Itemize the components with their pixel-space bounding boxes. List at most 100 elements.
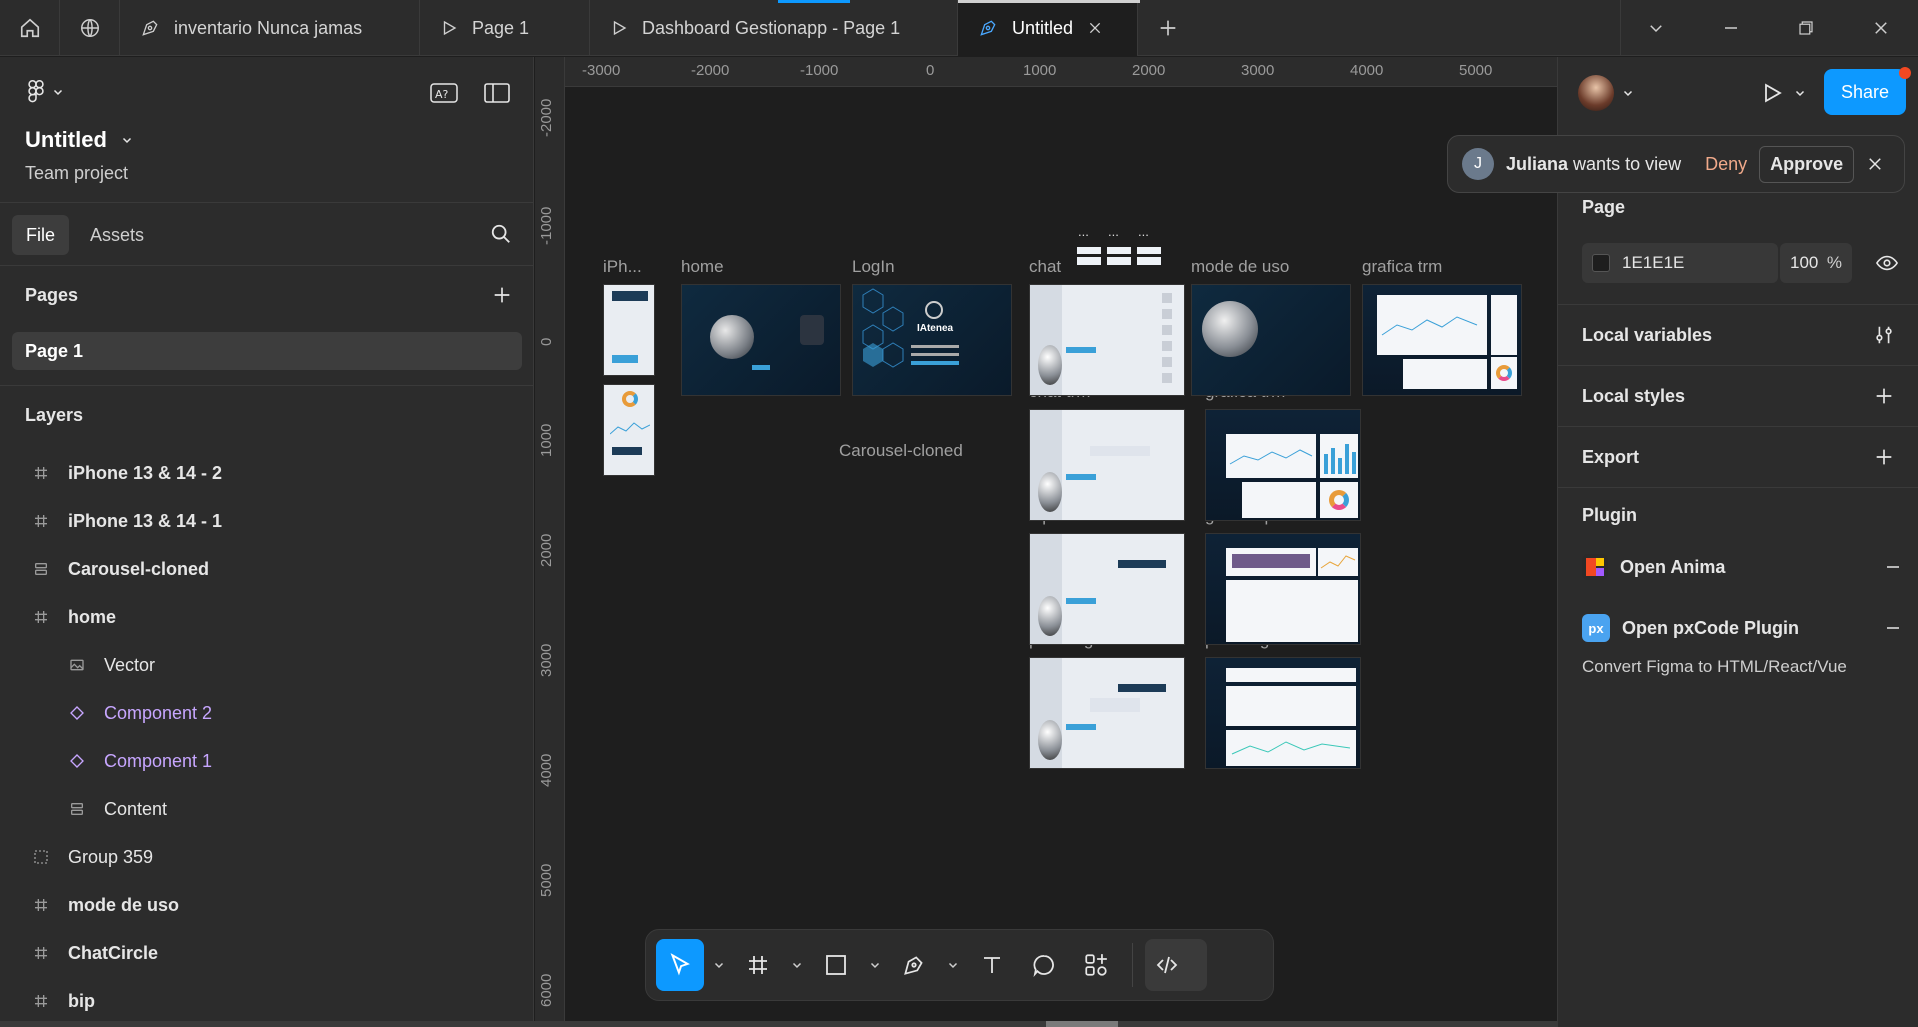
robot-thumb xyxy=(1202,301,1258,357)
page-opacity-value[interactable]: 100 xyxy=(1790,253,1818,273)
carousel-label[interactable]: Carousel-cloned xyxy=(839,441,963,461)
tabs-dropdown-button[interactable] xyxy=(1618,0,1693,56)
canvas[interactable]: -3000 -2000 -1000 0 1000 2000 3000 4000 … xyxy=(535,57,1557,1027)
minus-icon[interactable] xyxy=(1884,558,1902,576)
page-item-page-1[interactable]: Page 1 xyxy=(12,332,522,370)
ai-translate-button[interactable]: A? xyxy=(430,83,458,103)
close-icon[interactable] xyxy=(1087,20,1103,36)
color-swatch[interactable] xyxy=(1592,254,1610,272)
move-tool-menu[interactable] xyxy=(708,939,730,991)
frame-tool[interactable] xyxy=(734,939,782,991)
layer-label: bip xyxy=(68,990,95,1011)
frame-label[interactable]: chat xyxy=(1029,257,1061,277)
layer-item[interactable]: mode de uso xyxy=(0,881,534,929)
rectangle-tool[interactable] xyxy=(812,939,860,991)
search-button[interactable] xyxy=(490,223,512,245)
comment-tool[interactable] xyxy=(1020,939,1068,991)
frame-label[interactable]: grafica trm xyxy=(1362,257,1442,277)
tab-file[interactable]: File xyxy=(12,215,70,255)
layer-item[interactable]: Component 1 xyxy=(0,737,534,785)
frame-login[interactable]: IAtenea xyxy=(852,284,1012,396)
local-variables-section[interactable]: Local variables xyxy=(1558,304,1918,365)
local-styles-section[interactable]: Local styles xyxy=(1558,365,1918,426)
frame-chat-trm[interactable] xyxy=(1029,409,1185,521)
toggle-sidebar-button[interactable] xyxy=(484,83,510,103)
frame-tool-menu[interactable] xyxy=(786,939,808,991)
thumb-input xyxy=(911,353,959,356)
pen-tool-menu[interactable] xyxy=(942,939,964,991)
page-color-field[interactable]: 1E1E1E xyxy=(1582,243,1778,283)
tab-assets[interactable]: Assets xyxy=(90,215,144,255)
deny-button[interactable]: Deny xyxy=(1705,154,1747,175)
layer-item[interactable]: iPhone 13 & 14 - 2 xyxy=(0,449,534,497)
frame-chat[interactable] xyxy=(1029,284,1185,396)
tab-page-1[interactable]: Page 1 xyxy=(420,0,590,56)
layer-item[interactable]: home xyxy=(0,593,534,641)
approve-button[interactable]: Approve xyxy=(1759,145,1855,183)
present-button[interactable] xyxy=(1760,81,1806,105)
frame-label[interactable]: mode de uso xyxy=(1191,257,1289,277)
share-button[interactable]: Share xyxy=(1824,69,1906,115)
layer-item[interactable]: Group 359 xyxy=(0,833,534,881)
plugin-pxcode[interactable]: px Open pxCode Plugin xyxy=(1582,614,1902,642)
layer-item[interactable]: Vector xyxy=(0,641,534,689)
mini-card[interactable] xyxy=(1107,257,1131,265)
plugin-anima[interactable]: Open Anima xyxy=(1582,554,1902,580)
close-window-button[interactable] xyxy=(1843,0,1918,56)
community-button[interactable] xyxy=(60,0,120,56)
frame-grafica-trm[interactable] xyxy=(1362,284,1522,396)
main-menu-button[interactable] xyxy=(26,79,64,105)
frame-icon xyxy=(26,943,56,963)
layer-item[interactable]: Content xyxy=(0,785,534,833)
user-menu[interactable] xyxy=(1578,75,1634,111)
add-page-button[interactable] xyxy=(491,284,513,306)
layer-item[interactable]: Component 2 xyxy=(0,689,534,737)
frame-iphone-1[interactable] xyxy=(603,284,655,376)
toggle-visibility-button[interactable] xyxy=(1876,253,1898,273)
shape-tool-menu[interactable] xyxy=(864,939,886,991)
new-tab-button[interactable] xyxy=(1138,0,1198,56)
page-opacity-field[interactable]: 100 % xyxy=(1780,243,1852,283)
close-icon[interactable] xyxy=(1866,155,1884,173)
frame-paca-algodon-chat[interactable] xyxy=(1029,657,1185,769)
actions-tool[interactable] xyxy=(1072,939,1120,991)
minimize-button[interactable] xyxy=(1693,0,1768,56)
layer-item[interactable]: ChatCircle xyxy=(0,929,534,977)
page-color-value[interactable]: 1E1E1E xyxy=(1622,253,1684,273)
scrollbar-thumb[interactable] xyxy=(1046,1021,1118,1027)
project-name[interactable]: Team project xyxy=(25,163,128,184)
frame-iphone-2[interactable] xyxy=(603,384,655,476)
tab-untitled[interactable]: Untitled xyxy=(958,0,1138,56)
layer-item[interactable]: iPhone 13 & 14 - 1 xyxy=(0,497,534,545)
text-tool[interactable] xyxy=(968,939,1016,991)
mini-card[interactable] xyxy=(1077,247,1101,254)
dev-mode-toggle[interactable] xyxy=(1145,939,1207,991)
tab-inventario[interactable]: inventario Nunca jamas xyxy=(120,0,420,56)
frame-label[interactable]: iPh... xyxy=(603,257,642,277)
move-tool[interactable] xyxy=(656,939,704,991)
frame-bip[interactable] xyxy=(1029,533,1185,645)
export-section[interactable]: Export xyxy=(1558,426,1918,487)
ruler-tick: -1000 xyxy=(538,206,555,245)
layer-item[interactable]: bip xyxy=(0,977,534,1025)
mini-card[interactable] xyxy=(1137,247,1161,254)
layer-item[interactable]: Carousel-cloned xyxy=(0,545,534,593)
frame-home[interactable] xyxy=(681,284,841,396)
restore-button[interactable] xyxy=(1768,0,1843,56)
mini-card[interactable] xyxy=(1077,257,1101,265)
pen-tool[interactable] xyxy=(890,939,938,991)
frame-icon xyxy=(26,991,56,1011)
minus-icon[interactable] xyxy=(1884,619,1902,637)
frame-label[interactable]: LogIn xyxy=(852,257,895,277)
frame-grafica-ipc[interactable] xyxy=(1205,533,1361,645)
frame-paca-algodon[interactable] xyxy=(1205,657,1361,769)
tab-dashboard[interactable]: Dashboard Gestionapp - Page 1 xyxy=(590,0,958,56)
frame-mode-de-uso[interactable] xyxy=(1191,284,1351,396)
mini-card[interactable] xyxy=(1107,247,1131,254)
file-name-menu[interactable]: Untitled xyxy=(25,127,133,153)
home-button[interactable] xyxy=(0,0,60,56)
mini-card[interactable] xyxy=(1137,257,1161,265)
frame-label[interactable]: home xyxy=(681,257,724,277)
right-sidebar: Share Page 1E1E1E 100 % Local variables … xyxy=(1557,57,1918,1027)
frame-grafica-trm-2[interactable] xyxy=(1205,409,1361,521)
